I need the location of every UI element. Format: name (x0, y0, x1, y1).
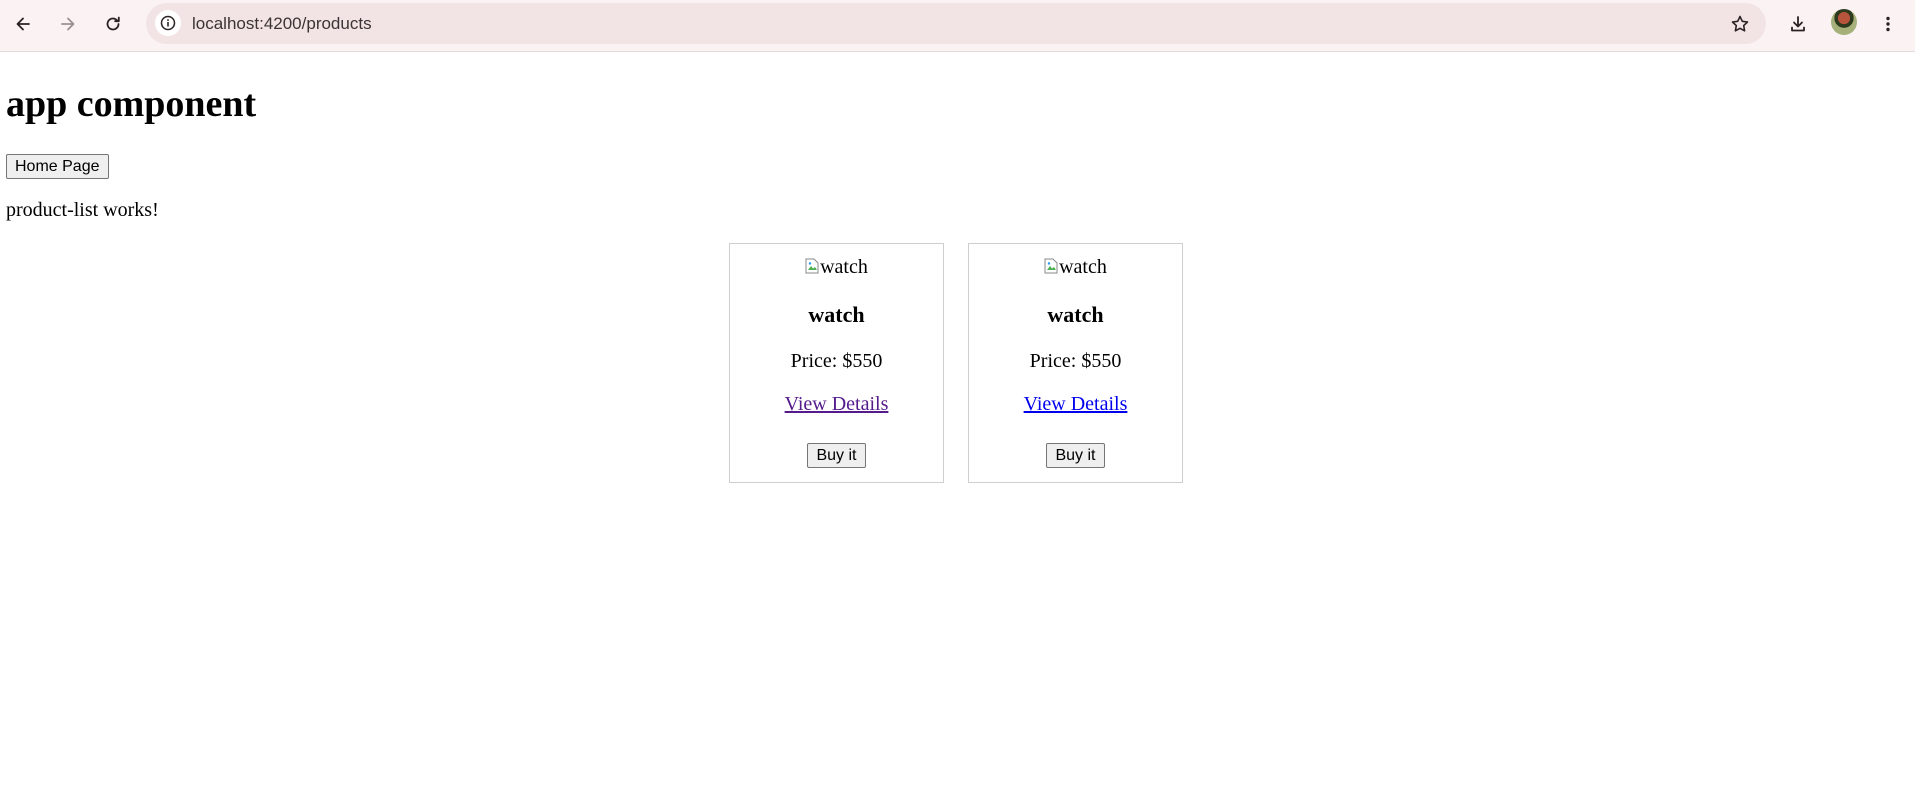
page-content: app component Home Page product-list wor… (0, 52, 1915, 801)
info-icon (160, 15, 176, 31)
buy-wrap: Buy it (969, 443, 1182, 468)
downloads-button[interactable] (1782, 8, 1814, 40)
view-details-link[interactable]: View Details (785, 393, 889, 415)
product-list-status: product-list works! (6, 199, 159, 221)
star-icon (1731, 15, 1749, 32)
back-arrow-icon (16, 17, 30, 31)
address-bar[interactable]: localhost:4200/products (146, 3, 1766, 44)
product-price: Price: $550 (1029, 350, 1122, 372)
details-link-wrap: View Details (730, 393, 943, 416)
broken-image-icon (1044, 258, 1058, 273)
bookmark-button[interactable] (1728, 12, 1752, 36)
product-image: watch (969, 256, 1182, 279)
product-card: watch watch Price: $550 View Details Buy… (729, 243, 944, 483)
view-details-link[interactable]: View Details (1024, 393, 1128, 415)
product-name: watch (808, 302, 865, 327)
menu-button[interactable] (1872, 8, 1904, 40)
product-price: Price: $550 (790, 350, 883, 372)
buy-wrap: Buy it (730, 443, 943, 468)
reload-button[interactable] (97, 8, 129, 40)
details-link-wrap: View Details (969, 393, 1182, 416)
product-image-alt: watch (1059, 256, 1107, 278)
product-image-alt: watch (820, 256, 868, 278)
product-name: watch (1047, 302, 1104, 327)
reload-icon (106, 16, 120, 31)
kebab-menu-icon (1886, 16, 1890, 32)
site-info-button[interactable] (155, 10, 181, 36)
avatar[interactable] (1831, 9, 1857, 35)
url-text[interactable]: localhost:4200/products (192, 14, 372, 34)
broken-image-icon (805, 258, 819, 273)
browser-toolbar: localhost:4200/products (0, 0, 1915, 52)
home-page-button[interactable]: Home Page (6, 154, 109, 179)
page-title: app component (6, 83, 257, 125)
buy-button[interactable]: Buy it (807, 443, 866, 468)
forward-arrow-icon (61, 17, 75, 31)
buy-button[interactable]: Buy it (1046, 443, 1105, 468)
download-icon (1791, 16, 1805, 32)
forward-button[interactable] (52, 8, 84, 40)
product-image: watch (730, 256, 943, 279)
product-card: watch watch Price: $550 View Details Buy… (968, 243, 1183, 483)
back-button[interactable] (7, 8, 39, 40)
